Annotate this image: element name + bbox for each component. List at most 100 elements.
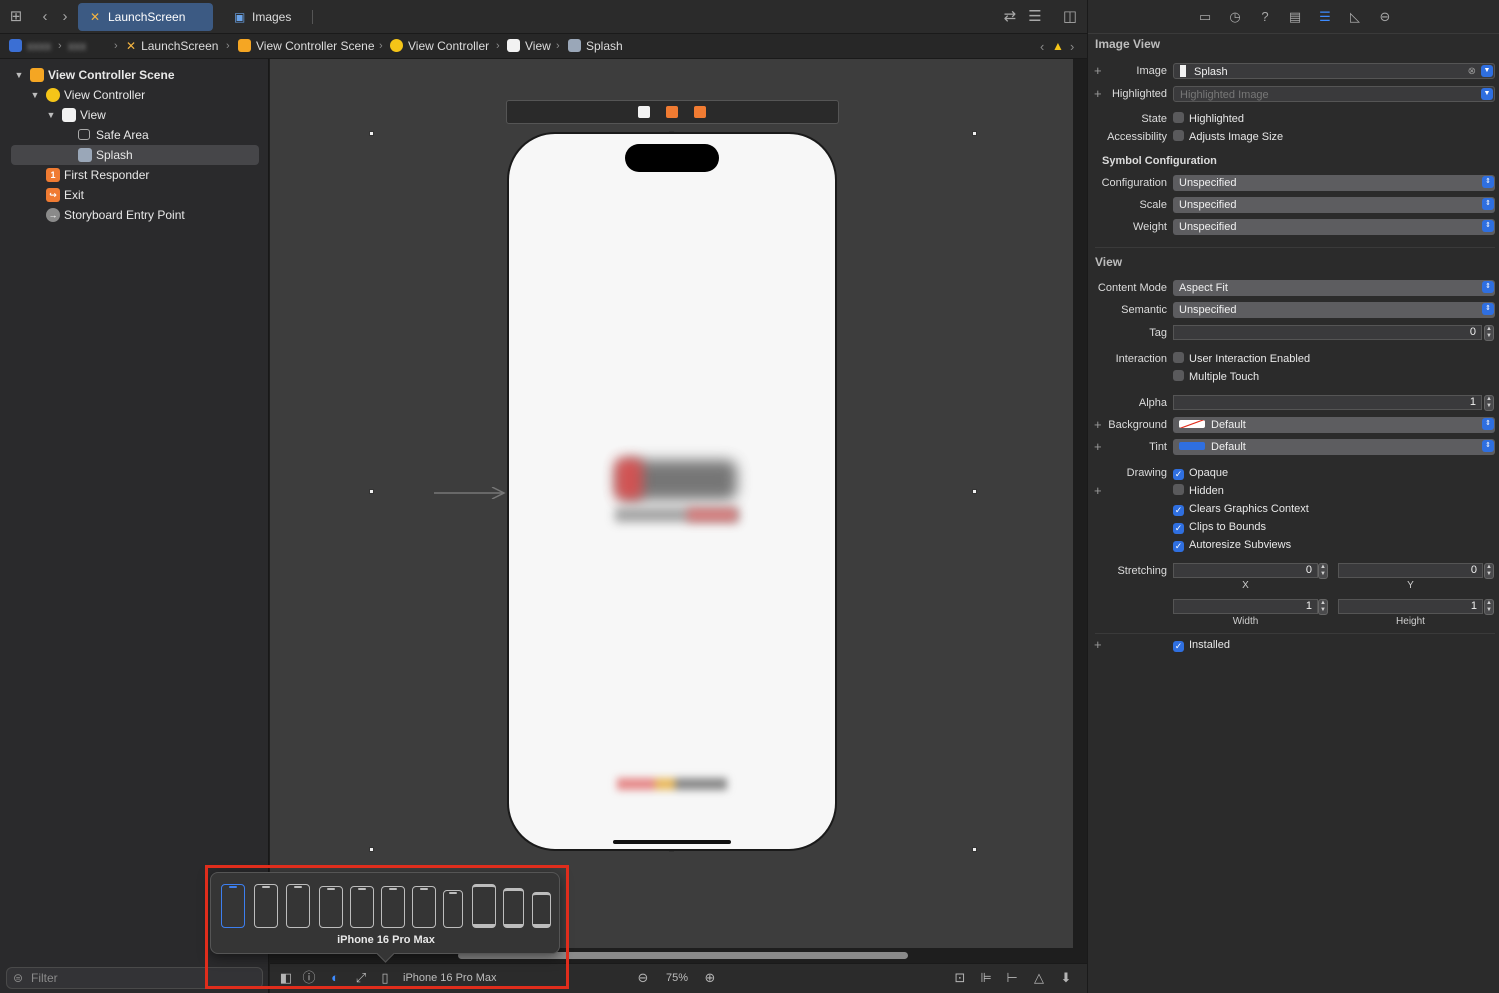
semantic-popup[interactable]: Unspecified ⇕	[1173, 302, 1495, 318]
storyboard-canvas[interactable]	[270, 59, 1073, 948]
installed-checkbox[interactable]: ✓ Installed	[1173, 637, 1230, 653]
opaque-checkbox[interactable]: ✓ Opaque	[1173, 465, 1228, 481]
zoom-out-icon[interactable]: ⊖	[635, 970, 651, 986]
dock-first-responder-icon[interactable]	[666, 106, 678, 118]
add-variation-icon[interactable]: +	[1094, 417, 1102, 433]
tab-launchscreen[interactable]: ✕ LaunchScreen	[78, 3, 213, 31]
background-color-popup[interactable]: Default ⇕	[1173, 417, 1495, 433]
outline-row-scene[interactable]: ▼ View Controller Scene	[11, 65, 259, 85]
resize-handle[interactable]	[369, 131, 374, 136]
scene-dock[interactable]	[506, 100, 839, 124]
outline-row-splash[interactable]: Splash	[11, 145, 259, 165]
autoresize-checkbox[interactable]: ✓ Autoresize Subviews	[1173, 537, 1291, 553]
connections-inspector-icon[interactable]: ⊖	[1377, 9, 1393, 25]
outline-row-view-controller[interactable]: ▼ View Controller	[11, 85, 259, 105]
resolve-issues-icon[interactable]: △	[1031, 970, 1047, 986]
help-inspector-icon[interactable]: ?	[1257, 9, 1273, 25]
image-label: Image	[1136, 65, 1167, 77]
stretching-x-stepper[interactable]: ▲ ▼	[1318, 563, 1328, 579]
stretching-y-field[interactable]: 0	[1338, 563, 1483, 578]
zoom-in-icon[interactable]: ⊕	[702, 970, 718, 986]
tag-stepper[interactable]: ▲ ▼	[1484, 325, 1494, 341]
tint-color-popup[interactable]: Default ⇕	[1173, 439, 1495, 455]
highlighted-checkbox[interactable]: Highlighted	[1173, 111, 1244, 127]
add-variation-icon[interactable]: +	[1094, 637, 1102, 653]
forward-arrow-icon[interactable]: ›	[57, 9, 73, 25]
content-mode-popup[interactable]: Aspect Fit ⇕	[1173, 280, 1495, 296]
configuration-popup[interactable]: Unspecified ⇕	[1173, 175, 1495, 191]
alpha-label: Alpha	[1138, 397, 1167, 409]
alpha-stepper[interactable]: ▲ ▼	[1484, 395, 1494, 411]
resize-handle[interactable]	[369, 847, 374, 852]
breadcrumb-view[interactable]: View	[507, 38, 551, 55]
update-frames-icon[interactable]: ⊡	[952, 970, 968, 986]
breadcrumb-controller[interactable]: View Controller	[390, 38, 489, 55]
grid-icon[interactable]: ⊞	[8, 9, 24, 25]
chevron-down-icon[interactable]: ▼	[1481, 88, 1493, 100]
chevron-down-icon[interactable]: ▼	[1481, 65, 1493, 77]
outline-row-entry-point[interactable]: → Storyboard Entry Point	[11, 205, 259, 225]
warning-icon[interactable]: ▲	[1052, 38, 1064, 55]
stretching-width-field[interactable]: 1	[1173, 599, 1318, 614]
file-inspector-icon[interactable]: ▭	[1197, 9, 1213, 25]
tab-images[interactable]: ▣ Images	[222, 3, 312, 31]
add-variation-icon[interactable]: +	[1094, 63, 1102, 79]
history-inspector-icon[interactable]: ◷	[1227, 9, 1243, 25]
resize-handle[interactable]	[972, 847, 977, 852]
splash-image[interactable]	[607, 452, 739, 532]
outline-row-first-responder[interactable]: 1 First Responder	[11, 165, 259, 185]
outline-row-safe-area[interactable]: Safe Area	[11, 125, 259, 145]
stretching-y-stepper[interactable]: ▲ ▼	[1484, 563, 1494, 579]
stretching-width-stepper[interactable]: ▲ ▼	[1318, 599, 1328, 615]
previous-issue-icon[interactable]: ‹	[1040, 38, 1044, 55]
user-interaction-checkbox[interactable]: User Interaction Enabled	[1173, 351, 1310, 367]
split-editor-icon[interactable]: ◫	[1062, 9, 1078, 25]
identity-inspector-icon[interactable]: ▤	[1287, 9, 1303, 25]
hidden-checkbox[interactable]: Hidden	[1173, 483, 1224, 499]
clears-context-checkbox[interactable]: ✓ Clears Graphics Context	[1173, 501, 1309, 517]
clear-icon[interactable]: ⊗	[1468, 64, 1476, 80]
add-variation-icon[interactable]: +	[1094, 439, 1102, 455]
attributes-inspector-icon[interactable]: ☰	[1317, 9, 1333, 25]
embed-in-icon[interactable]: ⬇	[1058, 970, 1074, 986]
weight-popup[interactable]: Unspecified ⇕	[1173, 219, 1495, 235]
outline-row-exit[interactable]: ↪ Exit	[11, 185, 259, 205]
alpha-field[interactable]: 1	[1173, 395, 1482, 410]
outline-row-view[interactable]: ▼ View	[11, 105, 259, 125]
disclosure-triangle-icon[interactable]: ▼	[13, 65, 25, 85]
adjusts-image-size-checkbox[interactable]: Adjusts Image Size	[1173, 129, 1283, 145]
stretching-height-stepper[interactable]: ▲ ▼	[1484, 599, 1494, 615]
add-variation-icon[interactable]: +	[1094, 86, 1102, 102]
align-icon[interactable]: ⊫	[978, 970, 994, 986]
breadcrumb-file[interactable]: ✕ LaunchScreen	[126, 38, 218, 55]
clips-to-bounds-checkbox[interactable]: ✓ Clips to Bounds	[1173, 519, 1266, 535]
breadcrumb-scene[interactable]: View Controller Scene	[238, 38, 375, 55]
resize-handle[interactable]	[369, 489, 374, 494]
entry-point-arrow-icon[interactable]	[434, 487, 506, 499]
add-constraints-icon[interactable]: ⊢	[1004, 970, 1020, 986]
multiple-touch-checkbox[interactable]: Multiple Touch	[1173, 369, 1259, 385]
breadcrumb-group[interactable]: xxx	[68, 38, 86, 55]
highlighted-image-combo[interactable]: Highlighted Image ▼	[1173, 86, 1495, 102]
related-items-icon[interactable]: ⇄	[1002, 9, 1018, 25]
disclosure-triangle-icon[interactable]: ▼	[45, 105, 57, 125]
stretching-height-field[interactable]: 1	[1338, 599, 1483, 614]
scale-popup[interactable]: Unspecified ⇕	[1173, 197, 1495, 213]
dock-view-controller-icon[interactable]	[638, 106, 650, 118]
next-issue-icon[interactable]: ›	[1070, 38, 1074, 55]
dock-exit-icon[interactable]	[694, 106, 706, 118]
section-divider	[1095, 633, 1495, 634]
add-variation-icon[interactable]: +	[1094, 483, 1102, 499]
breadcrumb-project[interactable]: xxxx	[9, 38, 51, 55]
back-arrow-icon[interactable]: ‹	[37, 9, 53, 25]
tag-field[interactable]: 0	[1173, 325, 1482, 340]
resize-handle[interactable]	[972, 131, 977, 136]
image-combo[interactable]: Splash ⊗ ▼	[1173, 63, 1495, 79]
size-inspector-icon[interactable]: ◺	[1347, 9, 1363, 25]
stretching-x-field[interactable]: 0	[1173, 563, 1318, 578]
launch-screen-device[interactable]	[507, 132, 837, 851]
disclosure-triangle-icon[interactable]: ▼	[29, 85, 41, 105]
breadcrumb-item[interactable]: Splash	[568, 38, 623, 55]
resize-handle[interactable]	[972, 489, 977, 494]
editor-options-icon[interactable]: ☰	[1027, 9, 1043, 25]
